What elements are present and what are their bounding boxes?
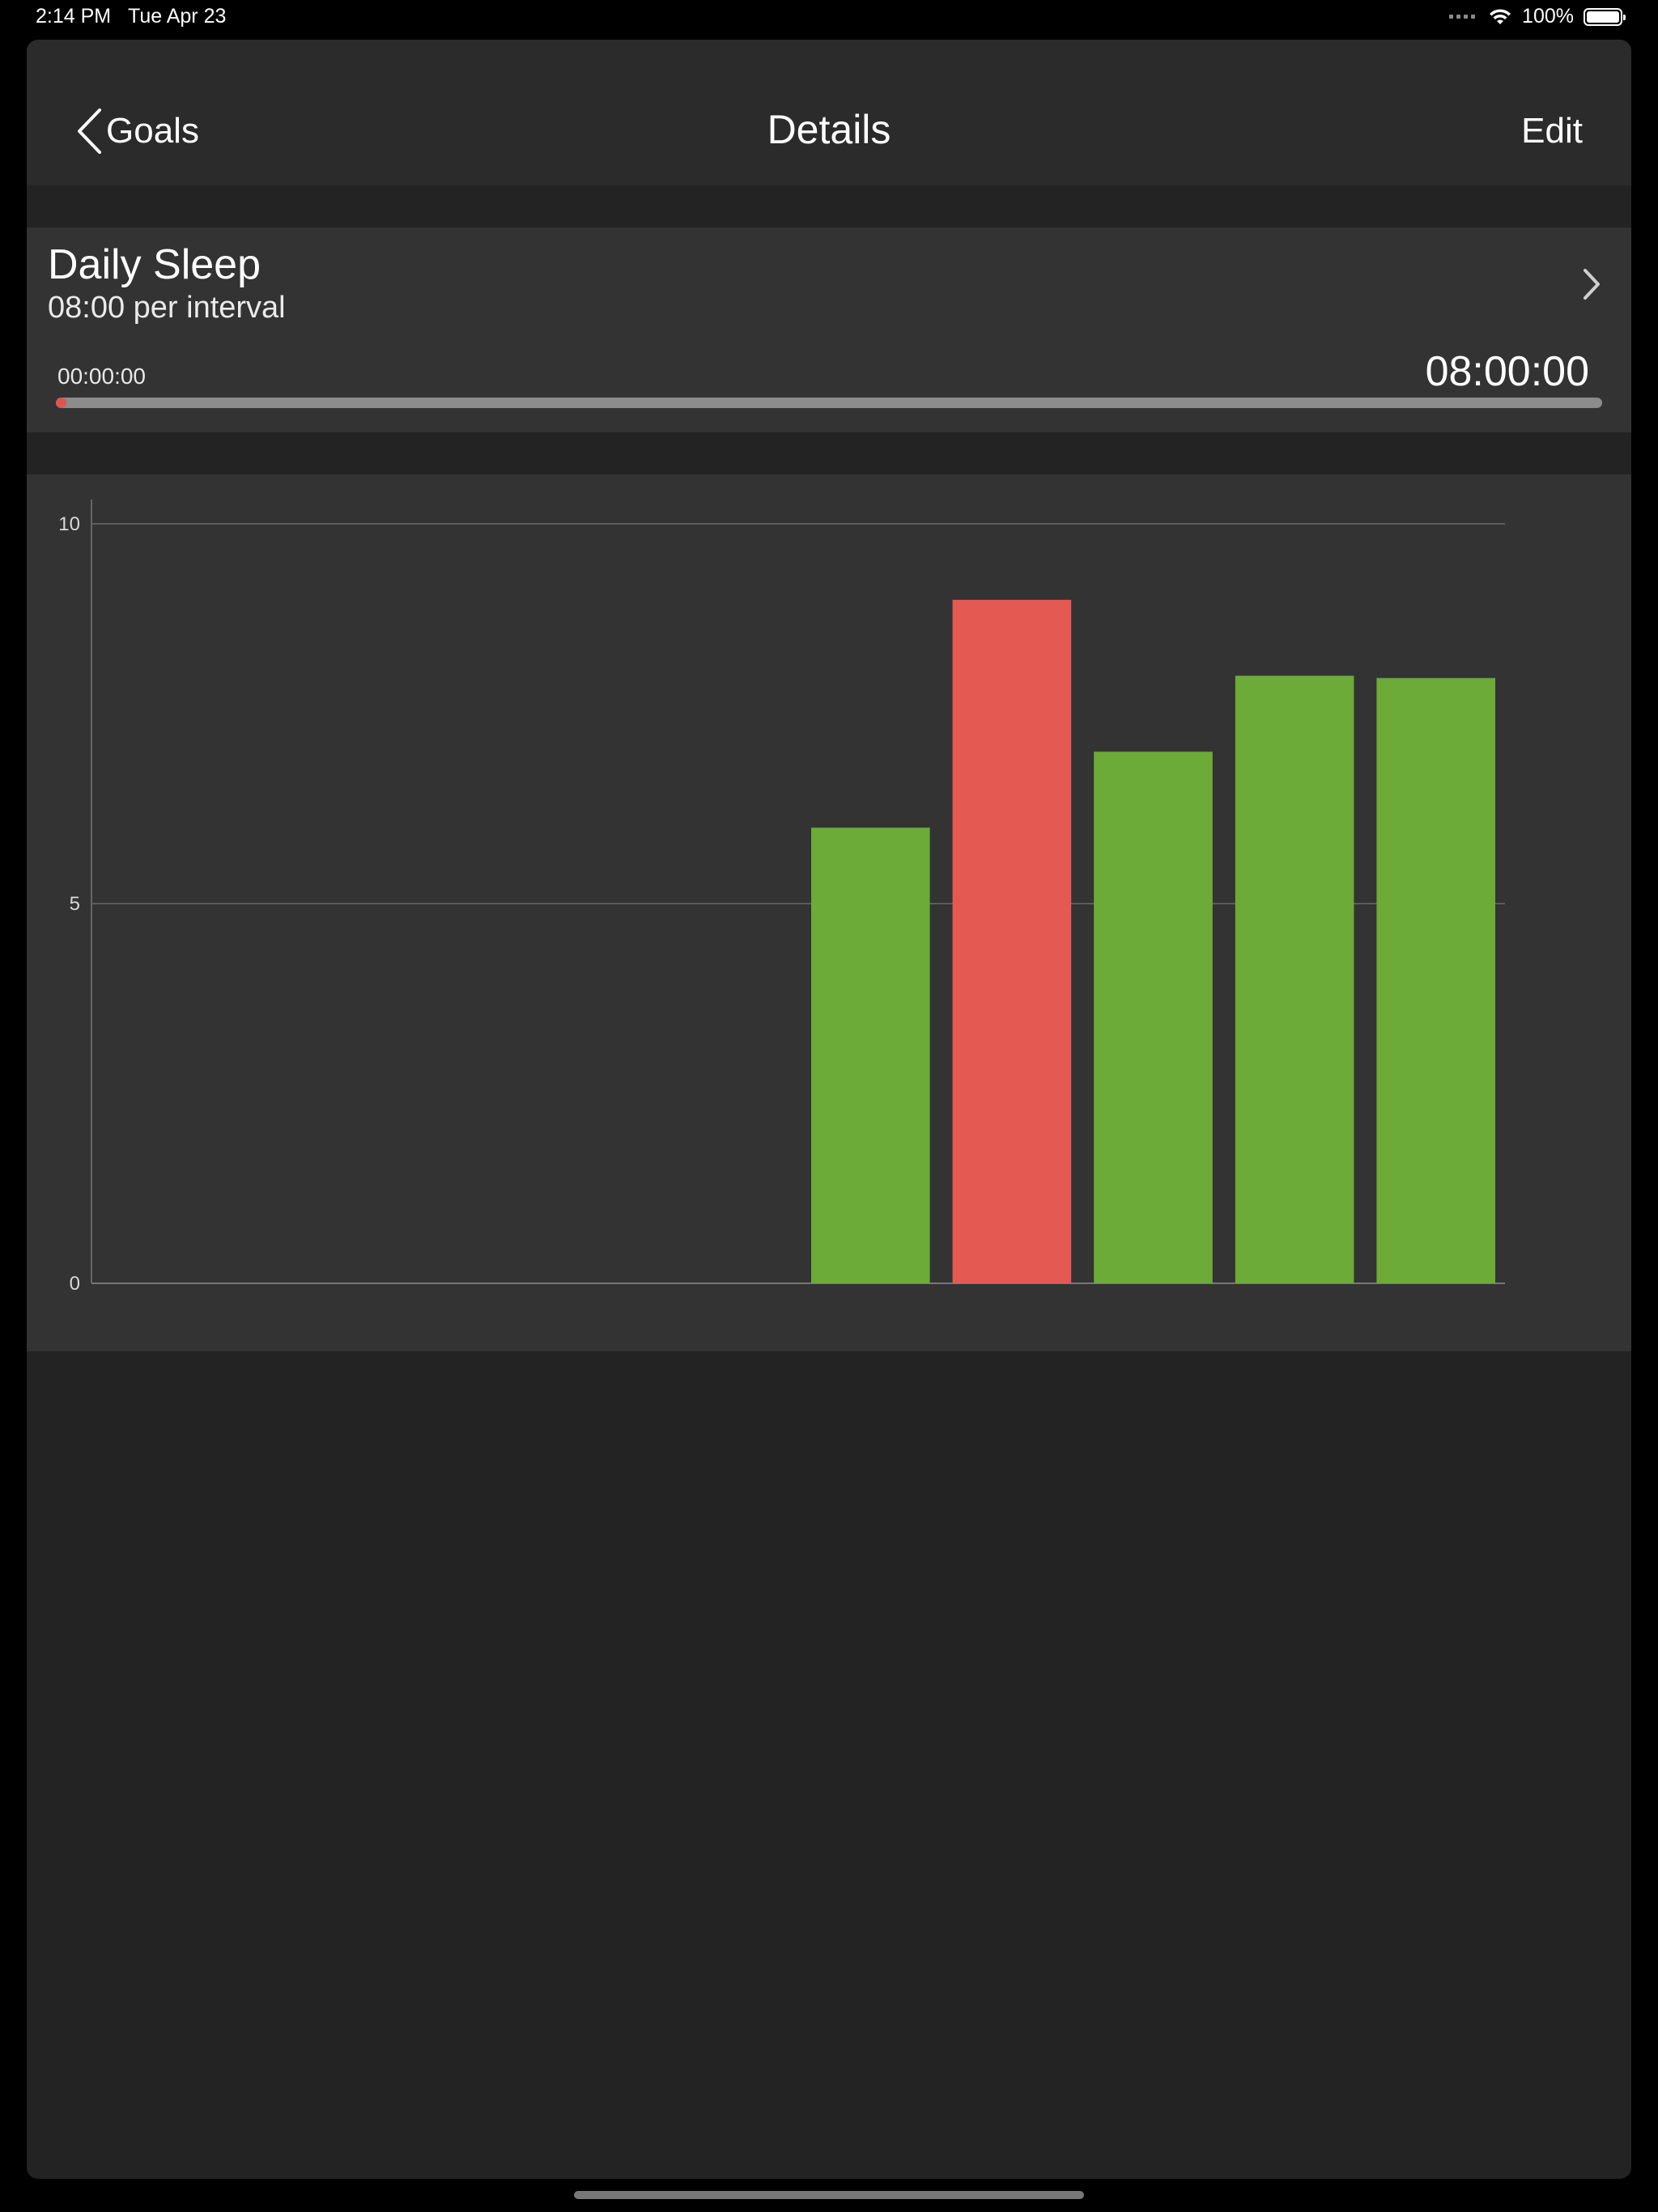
y-tick-label: 0 xyxy=(70,1273,80,1295)
goal-row[interactable]: Daily Sleep 08:00 per interval 00:00:00 … xyxy=(27,228,1631,432)
status-bar: 2:14 PM Tue Apr 23 100% xyxy=(0,0,1658,32)
wifi-icon xyxy=(1490,8,1511,24)
progress-start-label: 00:00:00 xyxy=(57,364,146,389)
goal-subtitle: 08:00 per interval xyxy=(48,291,286,325)
home-indicator[interactable] xyxy=(574,2191,1084,2199)
page-title: Details xyxy=(767,107,891,152)
chart-bar xyxy=(1376,678,1495,1283)
navigation-bar: Goals Details Edit xyxy=(27,40,1631,185)
chart-bar xyxy=(1235,675,1354,1283)
bar-chart: 0 5 10 xyxy=(58,500,1505,1295)
battery-percent: 100% xyxy=(1522,5,1574,28)
cellular-signal-icon xyxy=(1449,15,1476,19)
status-date: Tue Apr 23 xyxy=(128,5,227,28)
y-tick-label: 10 xyxy=(58,513,80,535)
chart-bar xyxy=(1094,751,1213,1283)
y-tick-label: 5 xyxy=(70,893,80,915)
details-sheet: Goals Details Edit Daily Sleep 08:00 per… xyxy=(27,40,1631,2179)
progress-target-label: 08:00:00 xyxy=(1425,348,1589,395)
goal-progress-bar xyxy=(56,398,1602,408)
edit-button[interactable]: Edit xyxy=(1521,111,1583,151)
goal-title: Daily Sleep xyxy=(48,241,261,288)
status-time: 2:14 PM xyxy=(36,5,112,28)
chart-bar xyxy=(811,827,930,1283)
battery-icon xyxy=(1584,7,1626,26)
history-chart: 0 5 10 xyxy=(27,474,1631,1351)
chevron-right-icon xyxy=(1584,269,1600,300)
goal-progress-fill xyxy=(56,398,66,408)
chart-bar xyxy=(952,599,1072,1283)
status-indicators: 100% xyxy=(1449,5,1626,28)
